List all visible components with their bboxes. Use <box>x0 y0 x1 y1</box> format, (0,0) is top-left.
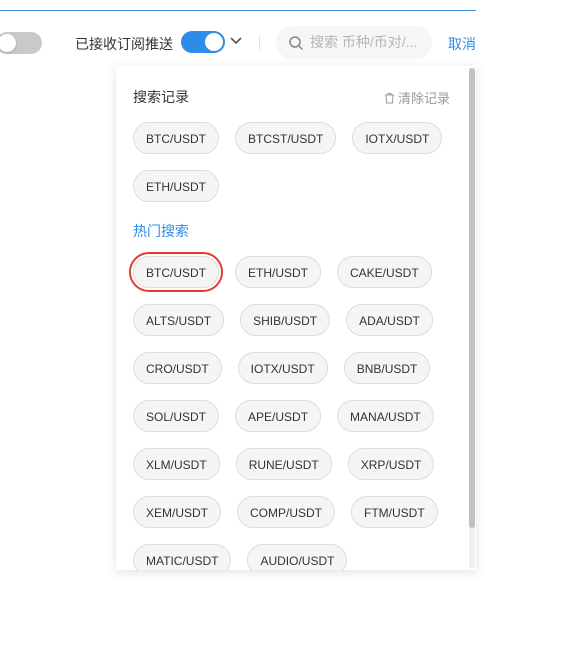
hot-tag[interactable]: MANA/USDT <box>337 400 434 432</box>
hot-tag[interactable]: CAKE/USDT <box>337 256 432 288</box>
subscription-label: 已接收订阅推送 <box>75 36 173 52</box>
history-tag[interactable]: BTCST/USDT <box>235 122 337 154</box>
toggle-knob <box>0 34 16 52</box>
hot-tag[interactable]: XEM/USDT <box>133 496 222 528</box>
hot-search-title: 热门搜索 <box>133 223 189 239</box>
hot-tag[interactable]: SOL/USDT <box>133 400 220 432</box>
vertical-divider <box>259 36 260 50</box>
hot-tag[interactable]: MATIC/USDT <box>133 544 232 570</box>
hot-tag[interactable]: XLM/USDT <box>133 448 220 480</box>
search-input[interactable] <box>310 32 428 52</box>
history-tag[interactable]: ETH/USDT <box>133 170 219 202</box>
hot-tag[interactable]: IOTX/USDT <box>237 352 328 384</box>
clear-history-label: 清除记录 <box>397 91 450 106</box>
hot-tag-highlighted[interactable]: BTC/USDT <box>129 252 223 292</box>
hot-tag-list: BTC/USDT ETH/USDT CAKE/USDT ALTS/USDT SH… <box>129 252 443 570</box>
cancel-button[interactable]: 取消 <box>448 34 476 54</box>
history-tag[interactable]: BTC/USDT <box>133 122 219 154</box>
hot-tag[interactable]: AUDIO/USDT <box>247 544 348 570</box>
search-box <box>276 26 432 59</box>
hot-tag[interactable]: ADA/USDT <box>346 304 433 336</box>
dropdown-scrollbar[interactable] <box>469 68 475 568</box>
hot-tag[interactable]: BNB/USDT <box>343 352 431 384</box>
toolbar: 已接收订阅推送 取消 <box>0 26 564 60</box>
subscription-toggle[interactable] <box>181 31 225 53</box>
history-tag[interactable]: IOTX/USDT <box>352 122 443 154</box>
search-history-title: 搜索记录 <box>133 89 189 105</box>
hot-tag[interactable]: XRP/USDT <box>347 448 435 480</box>
hot-tag[interactable]: RUNE/USDT <box>235 448 332 480</box>
top-divider <box>0 10 476 11</box>
scrollbar-thumb[interactable] <box>469 68 475 528</box>
hot-tag[interactable]: FTM/USDT <box>351 496 438 528</box>
hot-tag[interactable]: ALTS/USDT <box>133 304 225 336</box>
trash-icon <box>384 92 394 103</box>
toggle-switch-off[interactable] <box>0 32 42 54</box>
search-dropdown: 搜索记录 清除记录 BTC/USDT BTCST/USDT IOTX/USDT … <box>116 66 476 570</box>
search-icon <box>289 36 304 51</box>
clear-history-button[interactable]: 清除记录 <box>384 88 450 107</box>
hot-tag[interactable]: CRO/USDT <box>133 352 222 384</box>
hot-tag[interactable]: COMP/USDT <box>237 496 336 528</box>
hot-tag[interactable]: SHIB/USDT <box>240 304 331 336</box>
chevron-down-icon[interactable] <box>229 34 243 48</box>
toggle-knob <box>205 33 223 51</box>
history-tag-list: BTC/USDT BTCST/USDT IOTX/USDT ETH/USDT <box>133 122 443 202</box>
hot-tag[interactable]: ETH/USDT <box>235 256 321 288</box>
hot-tag[interactable]: APE/USDT <box>235 400 322 432</box>
